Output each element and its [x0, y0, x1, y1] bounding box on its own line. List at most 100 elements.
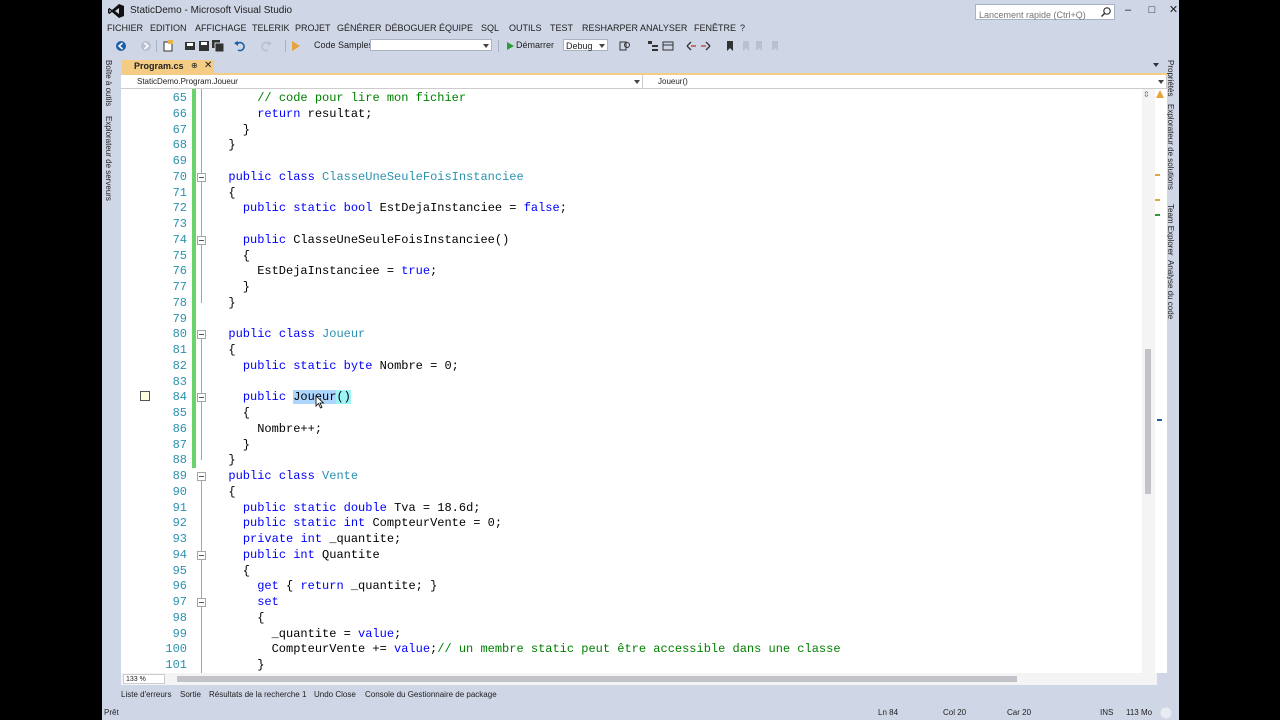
code-line[interactable]: 91 public static double Tva = 18.6d; [121, 500, 1151, 516]
code-text[interactable]: Nombre++; [214, 421, 322, 437]
find-in-files-icon[interactable] [619, 40, 631, 52]
code-line[interactable]: 78 } [121, 295, 1151, 311]
menu-help[interactable]: ? [740, 23, 745, 33]
properties-tab[interactable]: Propriétés [1166, 60, 1175, 96]
solution-explorer-tab[interactable]: Explorateur de solutions [1166, 104, 1175, 190]
code-text[interactable]: public Joueur() [214, 389, 351, 405]
code-text[interactable]: return resultat; [214, 106, 372, 122]
code-samples-label[interactable]: Code Samples [314, 40, 373, 50]
menu-deboguer[interactable]: DÉBOGUER [385, 23, 437, 33]
new-project-icon[interactable] [162, 40, 174, 52]
toolbox-tab[interactable]: Boîte à outils [104, 60, 113, 106]
code-text[interactable]: { [214, 185, 235, 201]
navigate-forward-icon[interactable] [140, 40, 152, 52]
start-debugging-icon[interactable] [504, 40, 516, 52]
menu-edition[interactable]: EDITION [150, 23, 187, 33]
code-text[interactable]: } [214, 437, 250, 453]
code-text[interactable]: } [214, 122, 250, 138]
code-line[interactable]: 87 } [121, 437, 1151, 453]
tab-overflow-dropdown-icon[interactable] [1153, 63, 1159, 67]
configuration-combo[interactable]: Debug [563, 39, 608, 51]
menu-sql[interactable]: SQL [481, 23, 499, 33]
error-list-tab[interactable]: Liste d'erreurs [121, 690, 171, 699]
warning-icon[interactable] [1155, 89, 1165, 99]
code-analysis-tab[interactable]: Analyse du code [1166, 260, 1175, 319]
code-text[interactable]: } [214, 137, 235, 153]
code-line[interactable]: 79 [121, 311, 1151, 327]
code-text[interactable]: _quantite = value; [214, 626, 402, 642]
server-explorer-tab[interactable]: Explorateur de serveurs [104, 116, 113, 201]
code-line[interactable]: 100 CompteurVente += value;// un membre … [121, 641, 1151, 657]
code-text[interactable]: public static bool EstDejaInstanciee = f… [214, 200, 567, 216]
menu-affichage[interactable]: AFFICHAGE [195, 23, 247, 33]
menu-fenetre[interactable]: FENÊTRE [694, 23, 736, 33]
menu-outils[interactable]: OUTILS [509, 23, 542, 33]
code-line[interactable]: 72 public static bool EstDejaInstanciee … [121, 200, 1151, 216]
code-text[interactable]: public class Joueur [214, 326, 365, 342]
code-text[interactable]: { [214, 342, 235, 358]
code-line[interactable]: 86 Nombre++; [121, 421, 1151, 437]
save-all-icon[interactable] [212, 40, 224, 52]
bookmark-icon[interactable] [724, 40, 736, 52]
code-samples-search-combo[interactable] [370, 39, 492, 51]
code-samples-icon[interactable] [290, 40, 302, 52]
code-line[interactable]: 88 } [121, 452, 1151, 468]
code-text[interactable]: } [214, 657, 264, 673]
output-tab[interactable]: Sortie [180, 690, 201, 699]
code-line[interactable]: 66 return resultat; [121, 106, 1151, 122]
code-text[interactable]: // code pour lire mon fichier [214, 90, 466, 106]
quick-launch-input[interactable] [976, 8, 1097, 22]
class-view-icon[interactable] [662, 40, 674, 52]
code-line[interactable]: 95 { [121, 563, 1151, 579]
code-text[interactable]: public class Vente [214, 468, 358, 484]
document-tab-program-cs[interactable]: Program.cs ⊕ ✕ [122, 60, 214, 73]
code-line[interactable]: 93 private int _quantite; [121, 531, 1151, 547]
close-window-button[interactable]: ✕ [1168, 3, 1179, 17]
code-line[interactable]: 81 { [121, 342, 1151, 358]
menu-analyser[interactable]: ANALYSER [640, 23, 687, 33]
code-line[interactable]: 97 set [121, 594, 1151, 610]
code-text[interactable]: } [214, 295, 235, 311]
code-line[interactable]: 74 public ClasseUneSeuleFoisInstanciee() [121, 232, 1151, 248]
member-navigation-combo[interactable]: Joueur() [644, 75, 1167, 88]
menu-equipe[interactable]: ÉQUIPE [439, 23, 473, 33]
code-line[interactable]: 84 public Joueur() [121, 389, 1151, 405]
open-file-icon[interactable] [184, 40, 196, 52]
code-line[interactable]: 98 { [121, 610, 1151, 626]
undo-icon[interactable] [234, 40, 246, 52]
menu-projet[interactable]: PROJET [295, 23, 331, 33]
code-line[interactable]: 89 public class Vente [121, 468, 1151, 484]
minimize-button[interactable]: – [1120, 3, 1136, 17]
next-bookmark-icon[interactable] [754, 40, 766, 52]
previous-bookmark-icon[interactable] [739, 40, 751, 52]
uncomment-icon[interactable] [700, 40, 712, 52]
code-line[interactable]: 90 { [121, 484, 1151, 500]
code-text[interactable]: { [214, 405, 250, 421]
type-navigation-combo[interactable]: StaticDemo.Program.Joueur [121, 75, 643, 88]
code-line[interactable]: 73 [121, 216, 1151, 232]
editor-horizontal-scrollbar[interactable]: 133 % [121, 673, 1157, 685]
code-text[interactable]: public class ClasseUneSeuleFoisInstancie… [214, 169, 523, 185]
code-line[interactable]: 99 _quantite = value; [121, 626, 1151, 642]
vertical-scroll-thumb[interactable] [1145, 349, 1151, 494]
horizontal-scroll-thumb[interactable] [177, 676, 1017, 682]
code-line[interactable]: 96 get { return _quantite; } [121, 578, 1151, 594]
code-line[interactable]: 76 EstDejaInstanciee = true; [121, 263, 1151, 279]
bookmark-glyph-icon[interactable] [140, 391, 150, 401]
split-editor-icon[interactable]: ⇳ [1143, 91, 1153, 99]
code-text[interactable]: get { return _quantite; } [214, 578, 437, 594]
menu-fichier[interactable]: FICHIER [107, 23, 143, 33]
maximize-button[interactable]: □ [1144, 3, 1160, 17]
navigate-back-icon[interactable] [115, 40, 127, 52]
code-text[interactable]: public ClasseUneSeuleFoisInstanciee() [214, 232, 509, 248]
code-line[interactable]: 92 public static int CompteurVente = 0; [121, 515, 1151, 531]
undo-close-tab[interactable]: Undo Close [314, 690, 356, 699]
code-line[interactable]: 85 { [121, 405, 1151, 421]
code-text[interactable]: public int Quantite [214, 547, 380, 563]
code-line[interactable]: 77 } [121, 279, 1151, 295]
code-text[interactable]: public static double Tva = 18.6d; [214, 500, 481, 516]
code-line[interactable]: 69 [121, 153, 1151, 169]
solution-explorer-icon[interactable] [647, 40, 659, 52]
code-text[interactable]: { [214, 610, 264, 626]
code-text[interactable]: { [214, 248, 250, 264]
